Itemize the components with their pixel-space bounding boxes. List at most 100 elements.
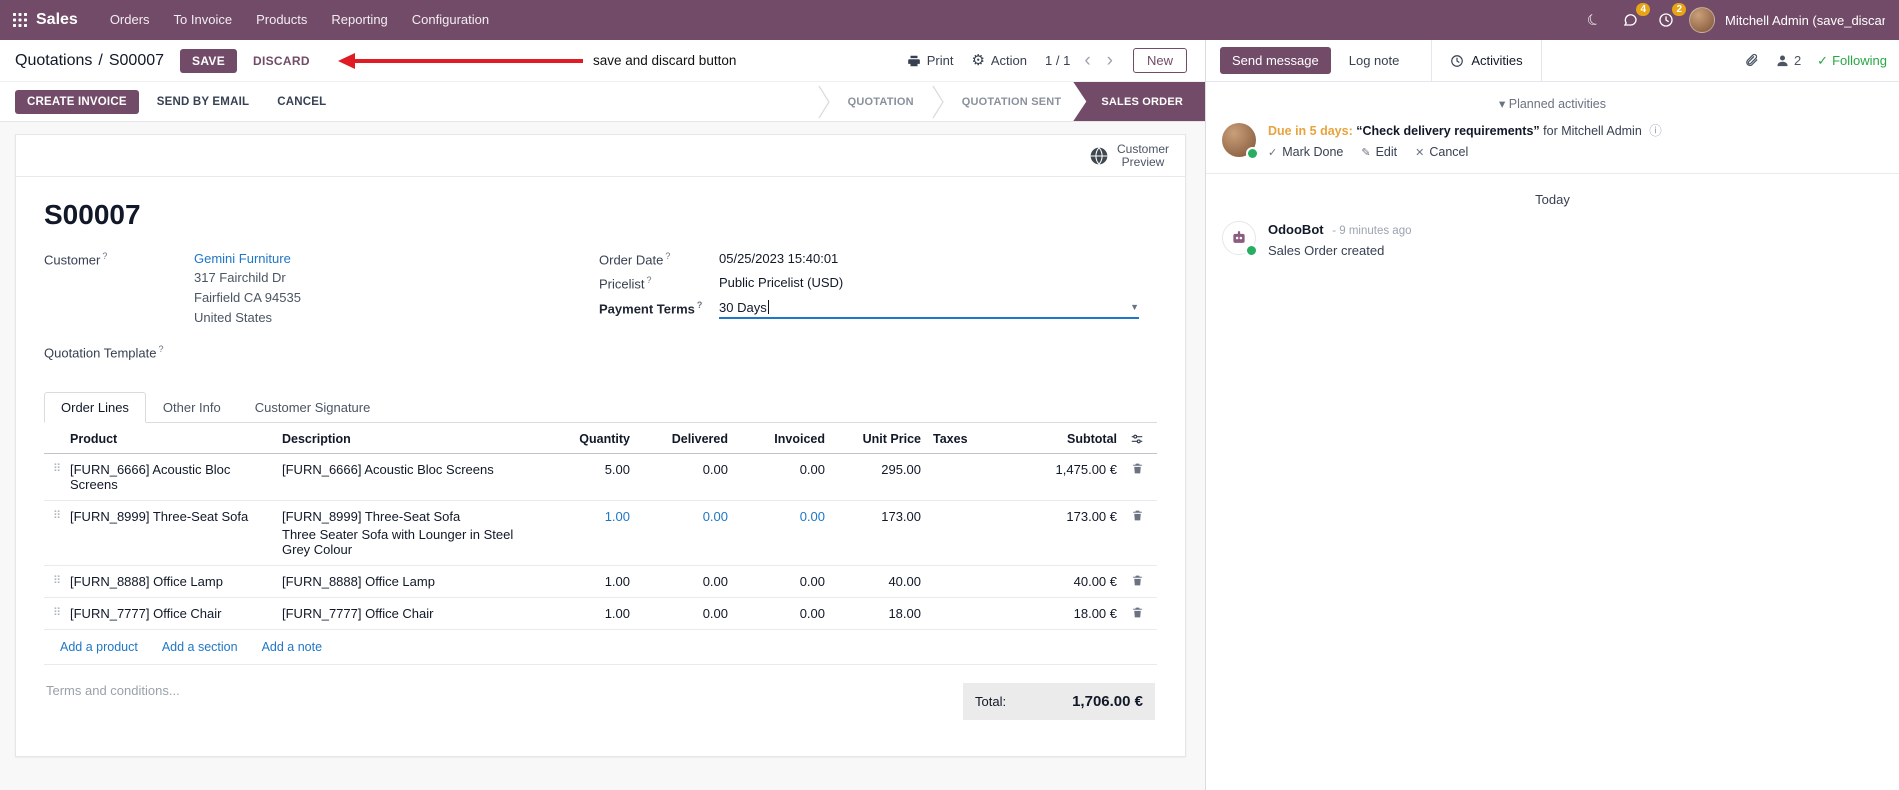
add-a-section-link[interactable]: Add a section: [162, 640, 238, 654]
cell-quantity[interactable]: 5.00: [542, 462, 630, 477]
tab-order-lines[interactable]: Order Lines: [44, 392, 146, 424]
cell-description[interactable]: [FURN_8999] Three-Seat Sofa Three Seater …: [282, 509, 542, 557]
pricelist-field[interactable]: Public Pricelist (USD): [719, 275, 843, 290]
tab-customer-signature[interactable]: Customer Signature: [238, 392, 388, 423]
cell-delivered[interactable]: 0.00: [630, 462, 728, 477]
dropdown-caret-icon[interactable]: ▼: [1130, 302, 1139, 312]
cell-delivered[interactable]: 0.00: [630, 509, 728, 524]
new-button[interactable]: New: [1132, 48, 1187, 73]
cell-delivered[interactable]: 0.00: [630, 574, 728, 589]
delete-row-icon[interactable]: [1131, 606, 1144, 619]
user-avatar[interactable]: [1689, 7, 1715, 33]
activity-summary: “Check delivery requirements”: [1356, 124, 1540, 138]
add-a-product-link[interactable]: Add a product: [60, 640, 138, 654]
cell-description[interactable]: [FURN_6666] Acoustic Bloc Screens: [282, 462, 542, 477]
create-invoice-button[interactable]: CREATE INVOICE: [15, 89, 139, 114]
attachments-button[interactable]: [1744, 52, 1759, 70]
drag-handle-icon[interactable]: ⠿: [44, 574, 70, 587]
dark-mode-toggle[interactable]: ☾: [1581, 7, 1607, 33]
delete-row-icon[interactable]: [1131, 509, 1144, 522]
header-taxes[interactable]: Taxes: [921, 432, 999, 446]
pager-prev-icon[interactable]: ‹: [1082, 51, 1092, 70]
following-button[interactable]: ✓ Following: [1817, 53, 1887, 69]
cancel-order-button[interactable]: CANCEL: [267, 90, 336, 114]
cell-invoiced[interactable]: 0.00: [728, 509, 825, 524]
cell-quantity[interactable]: 1.00: [542, 509, 630, 524]
cell-unit-price[interactable]: 40.00: [825, 574, 921, 589]
cell-delivered[interactable]: 0.00: [630, 606, 728, 621]
delete-row-icon[interactable]: [1131, 574, 1144, 587]
cell-unit-price[interactable]: 173.00: [825, 509, 921, 524]
cancel-activity-button[interactable]: ✕ Cancel: [1415, 145, 1468, 159]
print-button[interactable]: Print: [907, 53, 953, 68]
cell-invoiced[interactable]: 0.00: [728, 462, 825, 477]
add-a-note-link[interactable]: Add a note: [262, 640, 322, 654]
drag-handle-icon[interactable]: ⠿: [44, 509, 70, 522]
customer-link[interactable]: Gemini Furniture: [194, 251, 291, 266]
menu-orders[interactable]: Orders: [98, 0, 162, 40]
cell-product[interactable]: [FURN_6666] Acoustic Bloc Screens: [70, 462, 282, 492]
table-row[interactable]: ⠿ [FURN_7777] Office Chair [FURN_7777] O…: [44, 598, 1157, 631]
planned-activities-toggle[interactable]: ▾ Planned activities: [1206, 96, 1899, 111]
payment-terms-field[interactable]: 30 Days ▼: [719, 300, 1139, 319]
user-name[interactable]: Mitchell Admin (save_discar: [1725, 13, 1885, 28]
stage-quotation-sent[interactable]: QUOTATION SENT: [944, 82, 1080, 121]
menu-configuration[interactable]: Configuration: [400, 0, 501, 40]
table-row[interactable]: ⠿ [FURN_8888] Office Lamp [FURN_8888] Of…: [44, 566, 1157, 599]
edit-activity-button[interactable]: ✎ Edit: [1361, 145, 1397, 159]
cell-product[interactable]: [FURN_8888] Office Lamp: [70, 574, 282, 589]
header-description[interactable]: Description: [282, 432, 542, 446]
cell-quantity[interactable]: 1.00: [542, 606, 630, 621]
header-product[interactable]: Product: [70, 432, 282, 446]
send-message-button[interactable]: Send message: [1220, 47, 1331, 74]
cell-product[interactable]: [FURN_8999] Three-Seat Sofa: [70, 509, 282, 524]
header-unit-price[interactable]: Unit Price: [825, 432, 921, 446]
send-by-email-button[interactable]: SEND BY EMAIL: [147, 90, 259, 114]
cell-product[interactable]: [FURN_7777] Office Chair: [70, 606, 282, 621]
cell-unit-price[interactable]: 295.00: [825, 462, 921, 477]
mark-done-button[interactable]: ✓ Mark Done: [1268, 145, 1343, 159]
menu-to-invoice[interactable]: To Invoice: [162, 0, 245, 40]
stage-sales-order[interactable]: SALES ORDER: [1073, 82, 1205, 121]
action-label: Action: [990, 53, 1028, 68]
breadcrumb-quotations[interactable]: Quotations: [15, 52, 92, 70]
cell-description[interactable]: [FURN_8888] Office Lamp: [282, 574, 542, 589]
activities-systray-button[interactable]: 2: [1653, 3, 1686, 33]
cell-invoiced[interactable]: 0.00: [728, 574, 825, 589]
optional-columns-icon[interactable]: [1130, 432, 1144, 446]
header-delivered[interactable]: Delivered: [630, 432, 728, 446]
info-icon[interactable]: ⓘ: [1649, 124, 1662, 138]
followers-button[interactable]: 2: [1775, 53, 1801, 68]
cell-description[interactable]: [FURN_7777] Office Chair: [282, 606, 542, 621]
drag-handle-icon[interactable]: ⠿: [44, 606, 70, 619]
customer-preview-button[interactable]: Customer Preview: [1117, 142, 1169, 169]
table-row[interactable]: ⠿ [FURN_6666] Acoustic Bloc Screens [FUR…: [44, 454, 1157, 502]
activities-tab[interactable]: Activities: [1431, 40, 1542, 81]
edit-label: Edit: [1375, 145, 1398, 159]
header-subtotal[interactable]: Subtotal: [999, 432, 1117, 446]
app-name[interactable]: Sales: [36, 11, 78, 29]
terms-and-conditions-field[interactable]: Terms and conditions...: [44, 683, 180, 698]
cell-quantity[interactable]: 1.00: [542, 574, 630, 589]
action-button[interactable]: ⚙ Action: [971, 53, 1027, 68]
stage-quotation[interactable]: QUOTATION: [830, 82, 932, 121]
drag-handle-icon[interactable]: ⠿: [44, 462, 70, 475]
order-date-field[interactable]: 05/25/2023 15:40:01: [719, 251, 838, 266]
table-row[interactable]: ⠿ [FURN_8999] Three-Seat Sofa [FURN_8999…: [44, 501, 1157, 567]
apps-grid-icon[interactable]: [12, 12, 28, 28]
save-button[interactable]: SAVE: [180, 48, 238, 73]
log-note-button[interactable]: Log note: [1341, 47, 1408, 74]
menu-products[interactable]: Products: [244, 0, 319, 40]
activity-avatar[interactable]: [1222, 123, 1259, 160]
tab-other-info[interactable]: Other Info: [146, 392, 238, 423]
header-quantity[interactable]: Quantity: [542, 432, 630, 446]
messages-button[interactable]: 4: [1617, 3, 1650, 33]
cell-invoiced[interactable]: 0.00: [728, 606, 825, 621]
menu-reporting[interactable]: Reporting: [319, 0, 399, 40]
message-author[interactable]: OdooBot: [1268, 222, 1324, 237]
discard-button[interactable]: DISCARD: [245, 49, 318, 73]
delete-row-icon[interactable]: [1131, 462, 1144, 475]
cell-unit-price[interactable]: 18.00: [825, 606, 921, 621]
header-invoiced[interactable]: Invoiced: [728, 432, 825, 446]
pager-next-icon[interactable]: ›: [1105, 51, 1115, 70]
